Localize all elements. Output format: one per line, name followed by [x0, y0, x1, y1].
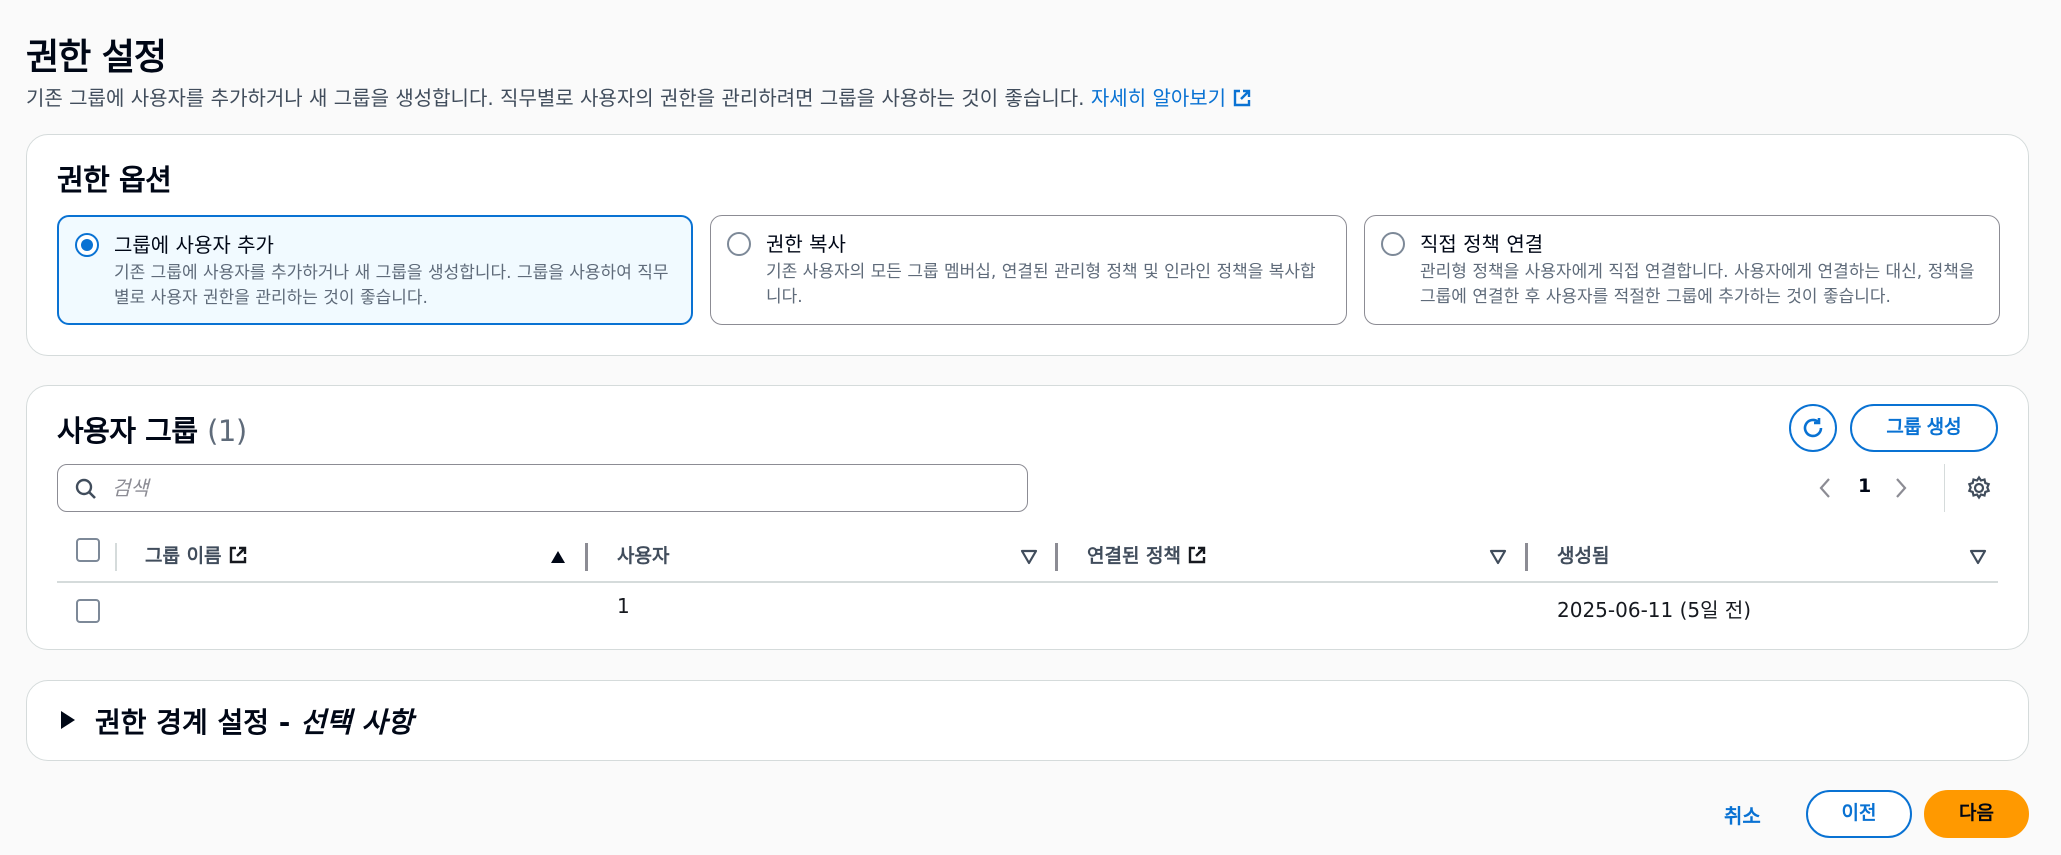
- user-groups-title: 사용자 그룹 (1): [57, 408, 247, 450]
- sort-icon[interactable]: [1020, 549, 1038, 569]
- radio-icon[interactable]: [75, 233, 99, 257]
- learn-more-link[interactable]: 자세히 알아보기: [1091, 86, 1252, 110]
- refresh-button[interactable]: [1789, 404, 1837, 452]
- external-link-icon: [1187, 534, 1207, 584]
- next-button[interactable]: 다음: [1924, 790, 2029, 838]
- user-groups-title-text: 사용자 그룹: [57, 414, 198, 448]
- sort-icon[interactable]: [1489, 549, 1507, 569]
- cell-created: 2025-06-11 (5일 전): [1557, 598, 1752, 622]
- permissions-boundary-title[interactable]: 권한 경계 설정 - 선택 사항: [95, 701, 413, 741]
- boundary-title-optional: 선택 사항: [300, 706, 413, 739]
- column-resizer[interactable]: [1525, 543, 1528, 571]
- search-field[interactable]: [57, 464, 1028, 512]
- permission-options-title: 권한 옵션: [57, 163, 172, 197]
- external-link-icon: [228, 534, 248, 584]
- page-description-text: 기존 그룹에 사용자를 추가하거나 새 그룹을 생성합니다. 직무별로 사용자의…: [26, 86, 1085, 110]
- column-divider: [115, 543, 117, 571]
- pager-divider: [1944, 464, 1945, 512]
- column-header-created[interactable]: 생성됨: [1557, 531, 1609, 581]
- cell-users: 1: [617, 594, 630, 618]
- permissions-boundary-panel[interactable]: 권한 경계 설정 - 선택 사항: [26, 680, 2029, 761]
- option-label: 권한 복사: [766, 232, 846, 256]
- page-description: 기존 그룹에 사용자를 추가하거나 새 그룹을 생성합니다. 직무별로 사용자의…: [26, 82, 1252, 113]
- user-groups-count: (1): [207, 414, 247, 448]
- chevron-left-icon[interactable]: [1817, 476, 1833, 504]
- sort-ascending-icon[interactable]: [549, 549, 567, 569]
- column-header-users[interactable]: 사용자: [617, 531, 669, 581]
- row-checkbox[interactable]: [76, 599, 100, 623]
- boundary-title-text: 권한 경계 설정 -: [95, 706, 301, 739]
- select-all-checkbox[interactable]: [76, 538, 100, 562]
- column-resizer[interactable]: [585, 543, 588, 571]
- column-label: 연결된 정책: [1087, 545, 1182, 567]
- option-tile-copy-permissions[interactable]: 권한 복사 기존 사용자의 모든 그룹 멤버십, 연결된 관리형 정책 및 인라…: [710, 215, 1347, 325]
- settings-icon[interactable]: [1966, 475, 1992, 505]
- sort-icon[interactable]: [1969, 549, 1987, 569]
- page-number[interactable]: 1: [1858, 475, 1871, 497]
- page-title: 권한 설정: [26, 37, 167, 78]
- option-description: 기존 사용자의 모든 그룹 멤버십, 연결된 관리형 정책 및 인라인 정책을 …: [766, 262, 1316, 307]
- caret-right-icon[interactable]: [61, 711, 75, 729]
- option-tile-add-to-group[interactable]: 그룹에 사용자 추가 기존 그룹에 사용자를 추가하거나 새 그룹을 생성합니다…: [57, 215, 693, 325]
- search-input[interactable]: [112, 473, 992, 503]
- user-groups-panel: 사용자 그룹 (1) 그룹 생성 1 그룹 이름 사용자 연결된 정책 생성됨: [26, 385, 2029, 650]
- option-description: 관리형 정책을 사용자에게 직접 연결합니다. 사용자에게 연결하는 대신, 정…: [1420, 262, 1975, 307]
- radio-icon[interactable]: [1381, 232, 1405, 256]
- column-header-group-name[interactable]: 그룹 이름: [145, 531, 248, 581]
- external-link-icon: [1232, 88, 1252, 113]
- create-group-button[interactable]: 그룹 생성: [1850, 404, 1998, 452]
- option-description: 기존 그룹에 사용자를 추가하거나 새 그룹을 생성합니다. 그룹을 사용하여 …: [114, 263, 669, 308]
- permission-options-panel: 권한 옵션 그룹에 사용자 추가 기존 그룹에 사용자를 추가하거나 새 그룹을…: [26, 134, 2029, 356]
- column-label: 그룹 이름: [145, 545, 222, 567]
- table-header-divider: [57, 581, 1998, 583]
- chevron-right-icon[interactable]: [1893, 476, 1909, 504]
- column-header-attached-policies[interactable]: 연결된 정책: [1087, 531, 1207, 581]
- option-label: 직접 정책 연결: [1420, 232, 1544, 256]
- previous-button[interactable]: 이전: [1806, 790, 1912, 838]
- cancel-button[interactable]: 취소: [1724, 800, 1761, 829]
- option-label: 그룹에 사용자 추가: [114, 233, 274, 257]
- learn-more-label: 자세히 알아보기: [1090, 86, 1227, 110]
- column-resizer[interactable]: [1055, 543, 1058, 571]
- option-tile-attach-policies[interactable]: 직접 정책 연결 관리형 정책을 사용자에게 직접 연결합니다. 사용자에게 연…: [1364, 215, 2000, 325]
- radio-icon[interactable]: [727, 232, 751, 256]
